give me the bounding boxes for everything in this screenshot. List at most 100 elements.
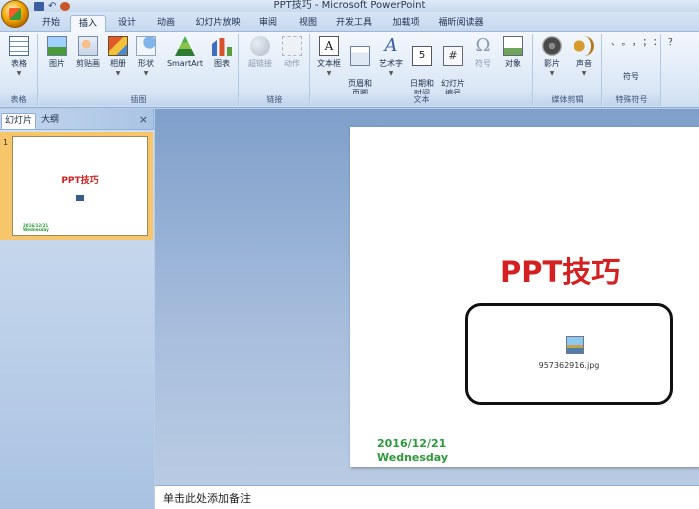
smartart-label: SmartArt [166,59,204,68]
undo-icon[interactable]: ↶ [48,1,56,11]
tab-developer[interactable]: 开发工具 [328,15,380,32]
slide-weekday: Wednesday [377,451,449,464]
calendar-icon: 5 [412,46,432,66]
tab-design[interactable]: 设计 [108,15,146,32]
wordart-button[interactable]: A 艺术字 ▼ [375,36,407,79]
chevron-down-icon: ▼ [549,70,555,77]
slide-title[interactable]: PPT技巧 [500,249,620,291]
picture-label: 图片 [49,59,65,68]
save-icon[interactable] [34,1,44,11]
slide-number-button[interactable]: # 幻灯片 编号 [437,36,469,99]
chevron-down-icon: ▼ [143,70,149,77]
chevron-down-icon: ▼ [115,70,121,77]
slide-date: 2016/12/21 [377,437,447,450]
textbox-icon: A [319,36,339,56]
special-symbol-button[interactable]: 符号 [611,72,651,82]
clipart-icon [78,36,98,56]
chevron-down-icon: ▼ [326,70,332,77]
sound-label: 声音 [576,59,592,68]
tab-outline[interactable]: 大纲 [38,113,62,129]
datetime-button[interactable]: 5 日期和 时间 [407,36,437,99]
table-button[interactable]: 表格 ▼ [4,36,34,79]
group-media: 影片 ▼ 声音 ▼ 媒体剪辑 [534,34,602,106]
clipart-button[interactable]: 剪贴画 [73,36,103,69]
shapes-button[interactable]: 形状 ▼ [133,36,159,79]
smartart-button[interactable]: SmartArt [163,36,207,69]
notes-pane[interactable]: 单击此处添加备注 [155,485,699,509]
tab-home[interactable]: 开始 [33,15,69,32]
chart-label: 图表 [214,59,230,68]
thumbnail-date: 2016/12/21 Wednesday [23,224,49,232]
group-label-media: 媒体剪辑 [534,94,601,106]
office-logo-icon [9,8,21,20]
slides-panel: 幻灯片 大纲 × 1 PPT技巧 2016/12/21 Wednesday [0,109,154,509]
omega-icon: Ω [475,35,491,56]
hyperlink-label: 超链接 [248,59,272,68]
tab-review[interactable]: 审阅 [250,15,286,32]
group-label-links: 链接 [240,94,309,106]
thumbnail-image-icon [76,195,84,201]
film-reel-icon [542,36,562,56]
office-button[interactable] [1,0,29,28]
image-placeholder[interactable]: 957362916.jpg [465,303,673,405]
smartart-icon [175,36,195,56]
movie-button[interactable]: 影片 ▼ [538,36,566,79]
picture-button[interactable]: 图片 [43,36,71,69]
group-text: A 文本框 ▼ 页眉和 页脚 A 艺术字 ▼ 5 日期和 时间 # 幻灯片 编号… [311,34,533,106]
image-file-icon [566,336,584,354]
tab-slideshow[interactable]: 幻灯片放映 [188,15,248,32]
slide-canvas[interactable]: PPT技巧 957362916.jpg 2016/12/21 Wednesday [350,127,699,467]
header-footer-button[interactable]: 页眉和 页脚 [345,36,375,99]
tab-insert[interactable]: 插入 [70,15,106,32]
slide-thumbnail-1[interactable]: PPT技巧 2016/12/21 Wednesday [12,136,148,236]
picture-icon [47,36,67,56]
table-label: 表格 [11,59,27,68]
chevron-down-icon: ▼ [16,70,22,77]
sound-button[interactable]: 声音 ▼ [570,36,598,79]
group-label-special-symbols: 特殊符号 [603,94,660,106]
slide-editing-area: PPT技巧 957362916.jpg 2016/12/21 Wednesday [155,109,699,485]
action-label: 动作 [284,59,300,68]
group-label-text: 文本 [311,94,532,106]
notes-placeholder: 单击此处添加备注 [163,492,251,505]
chart-button[interactable]: 图表 [209,36,235,69]
photo-album-button[interactable]: 相册 ▼ [105,36,131,79]
object-label: 对象 [505,59,521,68]
group-illustrations: 图片 剪贴画 相册 ▼ 形状 ▼ SmartArt 图表 插图 [39,34,239,106]
thumbnail-title: PPT技巧 [61,176,99,186]
action-button[interactable]: 动作 [278,36,306,69]
window-title: PPT技巧 - Microsoft PowerPoint [273,0,426,11]
group-links: 超链接 动作 链接 [240,34,310,106]
slide-thumbnails: 1 PPT技巧 2016/12/21 Wednesday [0,129,154,509]
tab-slides[interactable]: 幻灯片 [1,113,37,129]
thumbnail-weekday-text: Wednesday [23,227,49,232]
table-icon [9,36,29,56]
hyperlink-globe-icon [250,36,270,56]
object-icon [503,36,523,56]
slide-date-block[interactable]: 2016/12/21 Wednesday [377,437,448,465]
redo-icon[interactable] [60,1,71,11]
chart-icon [212,38,232,56]
textbox-button[interactable]: A 文本框 ▼ [313,36,345,79]
group-label-illustrations: 插图 [39,94,238,106]
tab-animations[interactable]: 动画 [147,15,185,32]
slide-number: 1 [3,138,9,147]
textbox-label: 文本框 [317,59,341,68]
tab-view[interactable]: 视图 [290,15,326,32]
tab-addins[interactable]: 加载项 [384,15,428,32]
hyperlink-button[interactable]: 超链接 [244,36,276,69]
slides-panel-tabs: 幻灯片 大纲 × [0,113,154,129]
group-table: 表格 ▼ 表格 [0,34,38,106]
close-icon[interactable]: × [139,114,148,126]
symbol-button[interactable]: Ω 符号 [469,36,497,69]
special-symbol-label: 符号 [623,72,639,81]
speaker-icon [574,36,594,56]
symbol-label: 符号 [475,59,491,68]
ribbon-tab-bar: 开始 插入 设计 动画 幻灯片放映 审阅 视图 开发工具 加载项 福昕阅读器 [0,12,699,32]
group-special-symbols: 、。，；：？ 符号 特殊符号 [603,34,677,106]
wordart-icon: A [384,35,398,56]
special-symbols-grid[interactable]: 、。，；：？ [611,38,677,49]
tab-foxit-reader[interactable]: 福昕阅读器 [430,15,492,32]
shapes-icon [136,36,156,56]
object-button[interactable]: 对象 [499,36,527,69]
